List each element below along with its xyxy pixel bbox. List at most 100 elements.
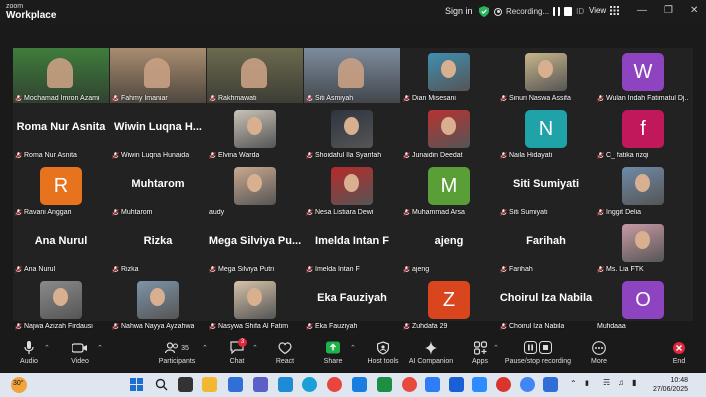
chrome-alt-icon[interactable]: [496, 377, 511, 392]
participant-name: Siti Asmiyah: [315, 95, 354, 102]
chat-button[interactable]: 3 Chat: [226, 338, 248, 365]
chat-label: Chat: [229, 358, 245, 365]
participants-caret-icon[interactable]: ⌃: [202, 344, 208, 352]
pause-stop-recording-button[interactable]: Pause/stop recording: [503, 341, 573, 365]
participant-tile[interactable]: Nahwa Nayya Ayzahwa: [110, 276, 206, 331]
search-icon[interactable]: [155, 378, 168, 391]
participant-tile[interactable]: Najwa Azizah Firdausi: [13, 276, 109, 331]
participant-tile[interactable]: Choirul Iza Nabila Choirul Iza Nabila: [498, 276, 594, 331]
teams-icon[interactable]: [253, 377, 268, 392]
participant-avatar: Z: [428, 281, 470, 319]
participant-tile[interactable]: Muhtarom Muhtarom: [110, 162, 206, 217]
participant-tile[interactable]: Z Zuhdafa 29: [401, 276, 497, 331]
pause-recording-icon[interactable]: [553, 7, 561, 16]
chrome-profile-icon[interactable]: [402, 377, 417, 392]
participant-tile[interactable]: Siti Sumiyati Siti Sumiyati: [498, 162, 594, 217]
chrome-icon[interactable]: [327, 377, 342, 392]
participant-name: Najwa Azizah Firdausi: [24, 323, 93, 330]
zoom-taskbar-icon[interactable]: [472, 377, 487, 392]
minimize-icon[interactable]: —: [637, 5, 647, 16]
participant-tile[interactable]: R Ravani Anggari: [13, 162, 109, 217]
share-caret-icon[interactable]: ⌃: [350, 344, 356, 352]
restore-icon[interactable]: ❐: [664, 5, 673, 16]
audio-button[interactable]: Audio: [16, 341, 42, 365]
participant-tile[interactable]: Nesa Listiara Dewi: [304, 162, 400, 217]
chrome-extra-icon[interactable]: [520, 377, 535, 392]
participant-tile[interactable]: N Naila Hidayati: [498, 105, 594, 160]
participant-tile[interactable]: O Mufidaaa: [595, 276, 691, 331]
excel-icon[interactable]: [377, 377, 392, 392]
chat-badge: 3: [238, 338, 247, 347]
battery-icon[interactable]: ▮: [585, 379, 589, 387]
participant-name: Wiwin Luqna Hunaida: [121, 152, 190, 159]
word-doc-icon[interactable]: [449, 377, 464, 392]
close-icon[interactable]: ✕: [690, 5, 698, 16]
wifi-icon[interactable]: ☴: [603, 378, 610, 387]
participant-tile[interactable]: Sinuri Naswa Assifa: [498, 48, 594, 103]
participant-tile[interactable]: Junaidin Deedat: [401, 105, 497, 160]
participant-tile[interactable]: Fahmy Imaniar: [110, 48, 206, 103]
apps-caret-icon[interactable]: ⌃: [493, 344, 499, 352]
participant-tile[interactable]: W Wulan Indah Fatimatul Dj...: [595, 48, 691, 103]
edge-icon[interactable]: [302, 377, 317, 392]
participant-tile[interactable]: ajeng ajeng: [401, 219, 497, 274]
participant-tile[interactable]: Imelda Intan F Imelda Intan F: [304, 219, 400, 274]
participant-tile[interactable]: Mochamad Imron Azami: [13, 48, 109, 103]
participant-name-label: Muhtarom: [112, 209, 153, 216]
participant-tile[interactable]: Shoidaful Ila Syarifah: [304, 105, 400, 160]
participant-tile[interactable]: f C_ fatika rizqi: [595, 105, 691, 160]
video-options-caret-icon[interactable]: ⌃: [97, 344, 103, 352]
participant-tile[interactable]: Nasywa Shifa Al Fatim: [207, 276, 303, 331]
participant-tile[interactable]: Farihah Farihah: [498, 219, 594, 274]
participant-tile[interactable]: M Muhammad Arsa: [401, 162, 497, 217]
video-button[interactable]: Video: [66, 341, 94, 365]
participant-tile[interactable]: audy: [207, 162, 303, 217]
taskbar-clock[interactable]: 10:48 27/06/2025: [646, 376, 688, 394]
store-icon[interactable]: [228, 377, 243, 392]
apps-button[interactable]: Apps: [469, 341, 491, 365]
participant-tile[interactable]: Dian Misesani: [401, 48, 497, 103]
stop-recording-icon[interactable]: [564, 7, 573, 16]
participant-name-label: Nasywa Shifa Al Fatim: [209, 323, 288, 330]
participant-tile[interactable]: Rizka Rizka: [110, 219, 206, 274]
more-button[interactable]: More: [588, 341, 610, 365]
participant-tile[interactable]: Wiwin Luqna H... Wiwin Luqna Hunaida: [110, 105, 206, 160]
host-tools-button[interactable]: Host tools: [366, 341, 400, 365]
chat-caret-icon[interactable]: ⌃: [252, 344, 258, 352]
view-button[interactable]: View: [589, 6, 620, 15]
participant-tile[interactable]: Rakhmawati: [207, 48, 303, 103]
participant-tile[interactable]: Mega Silviya Pu... Mega Silviya Putri: [207, 219, 303, 274]
participant-photo: [428, 53, 470, 91]
windows-start-icon[interactable]: [130, 378, 143, 391]
participant-tile[interactable]: Ana Nurul Ana Nurul: [13, 219, 109, 274]
participant-tile[interactable]: Siti Asmiyah: [304, 48, 400, 103]
participant-avatar: M: [428, 167, 470, 205]
tray-chevron-icon[interactable]: ⌃: [570, 379, 577, 388]
participant-tile[interactable]: Elvina Warda: [207, 105, 303, 160]
participant-photo: [137, 281, 179, 319]
participant-name: Shoidaful Ila Syarifah: [315, 152, 382, 159]
ai-companion-button[interactable]: AI Companion: [408, 341, 454, 365]
sign-in-button[interactable]: Sign in: [445, 6, 473, 16]
participant-tile[interactable]: Roma Nur Asnita Roma Nur Asnita: [13, 105, 109, 160]
heart-icon: [278, 342, 292, 355]
participant-name: Rizka: [121, 266, 139, 273]
shield-check-icon[interactable]: [479, 6, 489, 17]
outlook-icon[interactable]: [352, 377, 367, 392]
react-button[interactable]: React: [273, 341, 297, 365]
file-explorer-icon[interactable]: [202, 377, 217, 392]
photos-icon[interactable]: [543, 377, 558, 392]
share-button[interactable]: Share: [322, 341, 344, 365]
participant-tile[interactable]: Inggit Delia: [595, 162, 691, 217]
participants-button[interactable]: 35 Participants: [156, 341, 198, 365]
share-screen-icon: [326, 341, 340, 354]
end-button[interactable]: End: [670, 341, 688, 365]
audio-options-caret-icon[interactable]: ⌃: [44, 344, 50, 352]
zoom-app-icon[interactable]: [278, 377, 293, 392]
battery-status-icon[interactable]: ▮: [632, 378, 636, 387]
task-view-icon[interactable]: [178, 377, 193, 392]
participant-tile[interactable]: Eka Fauziyah Eka Fauziyah: [304, 276, 400, 331]
participant-tile[interactable]: Ms. Lia FTK: [595, 219, 691, 274]
word-icon[interactable]: [425, 377, 440, 392]
volume-icon[interactable]: ♫: [618, 378, 624, 387]
